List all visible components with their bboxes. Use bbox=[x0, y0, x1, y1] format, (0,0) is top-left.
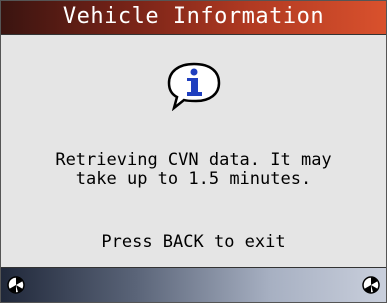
scan-tool-screen: Vehicle Information Retrieving CVN data.… bbox=[0, 0, 387, 303]
connection-status-icon bbox=[362, 276, 380, 294]
connection-status-icon bbox=[7, 276, 25, 294]
status-message: Retrieving CVN data. It may take up to 1… bbox=[1, 151, 386, 189]
back-instruction: Press BACK to exit bbox=[101, 232, 286, 252]
screen-title: Vehicle Information bbox=[62, 4, 325, 29]
title-bar: Vehicle Information bbox=[1, 1, 386, 35]
message-line-1: Retrieving CVN data. It may bbox=[55, 150, 332, 170]
dialog-content: Retrieving CVN data. It may take up to 1… bbox=[1, 35, 386, 267]
status-bar bbox=[1, 267, 386, 302]
info-speech-bubble-icon bbox=[167, 62, 221, 111]
message-line-2: take up to 1.5 minutes. bbox=[75, 169, 312, 189]
